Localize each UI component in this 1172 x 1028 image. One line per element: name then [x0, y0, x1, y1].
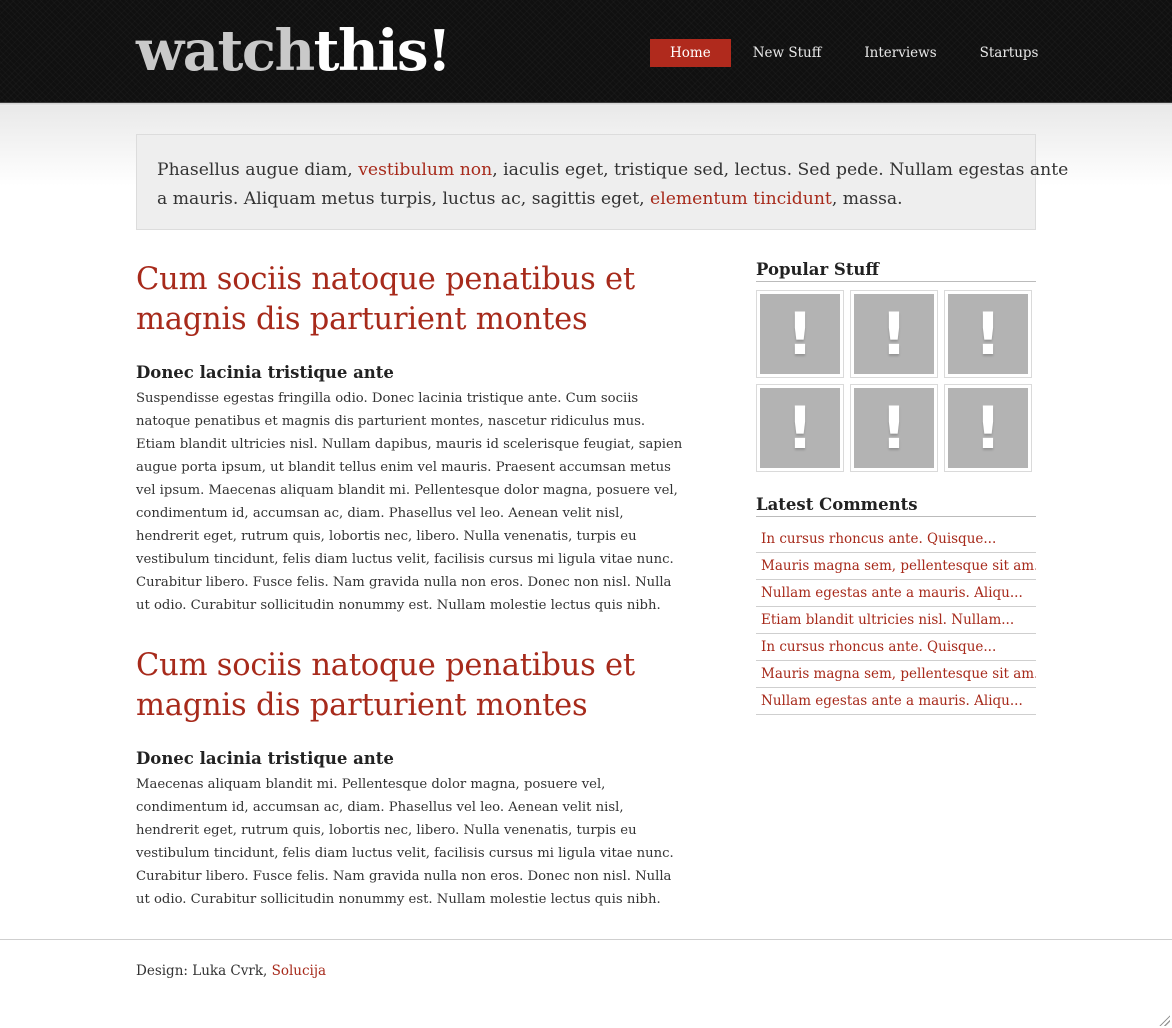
intro-line-2: a mauris. Aliquam metus turpis, luctus a…: [157, 185, 1035, 214]
comment-link[interactable]: Etiam blandit ultricies nisl. Nullam...: [761, 612, 1014, 628]
nav-home[interactable]: Home: [650, 39, 731, 67]
popular-thumb[interactable]: !: [850, 384, 938, 472]
comment-link[interactable]: Mauris magna sem, pellentesque sit am...: [761, 666, 1036, 682]
site-footer: Design: Luka Cvrk, Solucija: [136, 962, 326, 980]
comment-link[interactable]: Nullam egestas ante a mauris. Aliqu...: [761, 585, 1023, 601]
popular-thumbnails: ! ! ! ! ! !: [756, 290, 1036, 472]
popular-thumb[interactable]: !: [944, 384, 1032, 472]
placeholder-exclamation-icon: !: [948, 388, 1028, 468]
popular-stuff-heading: Popular Stuff: [756, 259, 1036, 282]
comment-item: In cursus rhoncus ante. Quisque...: [756, 526, 1036, 553]
intro-line-1: Phasellus augue diam, vestibulum non, ia…: [157, 156, 1068, 185]
popular-thumb[interactable]: !: [944, 290, 1032, 378]
comment-item: Nullam egestas ante a mauris. Aliqu...: [756, 688, 1036, 715]
comment-link[interactable]: In cursus rhoncus ante. Quisque...: [761, 531, 996, 547]
site-logo[interactable]: watchthis!: [136, 16, 452, 86]
article-title-line-2: magnis dis parturient montes: [136, 688, 588, 723]
placeholder-exclamation-icon: !: [948, 294, 1028, 374]
article-body: Maecenas aliquam blandit mi. Pellentesqu…: [136, 773, 674, 911]
site-header: watchthis! Home New Stuff Interviews Sta…: [0, 0, 1172, 103]
article-line: Etiam blandit ultricies nisl. Nullam dap…: [136, 437, 683, 452]
article-line: condimentum id, accumsan ac, diam. Phase…: [136, 506, 624, 521]
article-line: natoque penatibus et magnis dis parturie…: [136, 414, 646, 429]
article-line: vestibulum tincidunt, felis diam luctus …: [136, 552, 674, 567]
footer-link-solucija[interactable]: Solucija: [272, 963, 327, 979]
article-line: augue porta ipsum, ut blandit tellus eni…: [136, 460, 671, 475]
article-line: hendrerit eget, rutrum quis, lobortis ne…: [136, 529, 637, 544]
comment-link[interactable]: Mauris magna sem, pellentesque sit am...: [761, 558, 1036, 574]
intro-text-3: a mauris. Aliquam metus turpis, luctus a…: [157, 189, 651, 209]
article-line: condimentum id, accumsan ac, diam. Phase…: [136, 800, 624, 815]
article-subtitle: Donec lacinia tristique ante: [136, 749, 394, 768]
intro-text-4: , massa.: [831, 189, 903, 209]
article-line: ut odio. Curabitur sollicitudin nonummy …: [136, 892, 661, 907]
comment-item: Mauris magna sem, pellentesque sit am...: [756, 553, 1036, 580]
footer-divider: [0, 939, 1172, 940]
article-line: Curabitur libero. Fusce felis. Nam gravi…: [136, 575, 672, 590]
nav-interviews[interactable]: Interviews: [843, 39, 957, 67]
logo-watch: watch: [136, 18, 315, 84]
article-title[interactable]: Cum sociis natoque penatibus et magnis di…: [136, 260, 646, 340]
nav-startups[interactable]: Startups: [959, 39, 1060, 67]
latest-comments-list: In cursus rhoncus ante. Quisque... Mauri…: [756, 526, 1036, 715]
article-line: Suspendisse egestas fringilla odio. Done…: [136, 391, 639, 406]
placeholder-exclamation-icon: !: [854, 388, 934, 468]
article-title-line-1: Cum sociis natoque penatibus et: [136, 262, 635, 297]
main-nav: Home New Stuff Interviews Startups: [650, 39, 1061, 67]
article-line: Maecenas aliquam blandit mi. Pellentesqu…: [136, 777, 606, 792]
article-line: Curabitur libero. Fusce felis. Nam gravi…: [136, 869, 672, 884]
placeholder-exclamation-icon: !: [760, 294, 840, 374]
article-line: vel ipsum. Maecenas aliquam blandit mi. …: [136, 483, 678, 498]
intro-box: Phasellus augue diam, vestibulum non, ia…: [136, 134, 1068, 230]
article-subtitle: Donec lacinia tristique ante: [136, 363, 394, 382]
latest-comments-heading: Latest Comments: [756, 494, 1036, 517]
comment-item: In cursus rhoncus ante. Quisque...: [756, 634, 1036, 661]
intro-link-vestibulum[interactable]: vestibulum non: [358, 160, 492, 180]
article-line: vestibulum tincidunt, felis diam luctus …: [136, 846, 674, 861]
article-title-line-1: Cum sociis natoque penatibus et: [136, 648, 635, 683]
comment-item: Etiam blandit ultricies nisl. Nullam...: [756, 607, 1036, 634]
article-line: ut odio. Curabitur sollicitudin nonummy …: [136, 598, 661, 613]
popular-thumb[interactable]: !: [850, 290, 938, 378]
placeholder-exclamation-icon: !: [854, 294, 934, 374]
article-title[interactable]: Cum sociis natoque penatibus et magnis di…: [136, 646, 646, 726]
intro-link-elementum[interactable]: elementum tincidunt: [650, 189, 832, 209]
intro-text-2: , iaculis eget, tristique sed, lectus. S…: [492, 160, 1069, 180]
comment-item: Nullam egestas ante a mauris. Aliqu...: [756, 580, 1036, 607]
footer-credit: Design: Luka Cvrk,: [136, 963, 272, 979]
comment-link[interactable]: In cursus rhoncus ante. Quisque...: [761, 639, 996, 655]
resize-grip-icon[interactable]: [1158, 1014, 1170, 1026]
popular-thumb[interactable]: !: [756, 290, 844, 378]
article-title-line-2: magnis dis parturient montes: [136, 302, 588, 337]
nav-new-stuff[interactable]: New Stuff: [732, 39, 843, 67]
article-2: Cum sociis natoque penatibus et magnis di…: [136, 646, 674, 911]
article-body: Suspendisse egestas fringilla odio. Done…: [136, 387, 683, 617]
popular-thumb[interactable]: !: [756, 384, 844, 472]
intro-text-1: Phasellus augue diam,: [157, 160, 359, 180]
article-1: Cum sociis natoque penatibus et magnis di…: [136, 260, 683, 617]
comment-link[interactable]: Nullam egestas ante a mauris. Aliqu...: [761, 693, 1023, 709]
comment-item: Mauris magna sem, pellentesque sit am...: [756, 661, 1036, 688]
logo-this: this!: [313, 18, 452, 84]
placeholder-exclamation-icon: !: [760, 388, 840, 468]
article-line: hendrerit eget, rutrum quis, lobortis ne…: [136, 823, 637, 838]
